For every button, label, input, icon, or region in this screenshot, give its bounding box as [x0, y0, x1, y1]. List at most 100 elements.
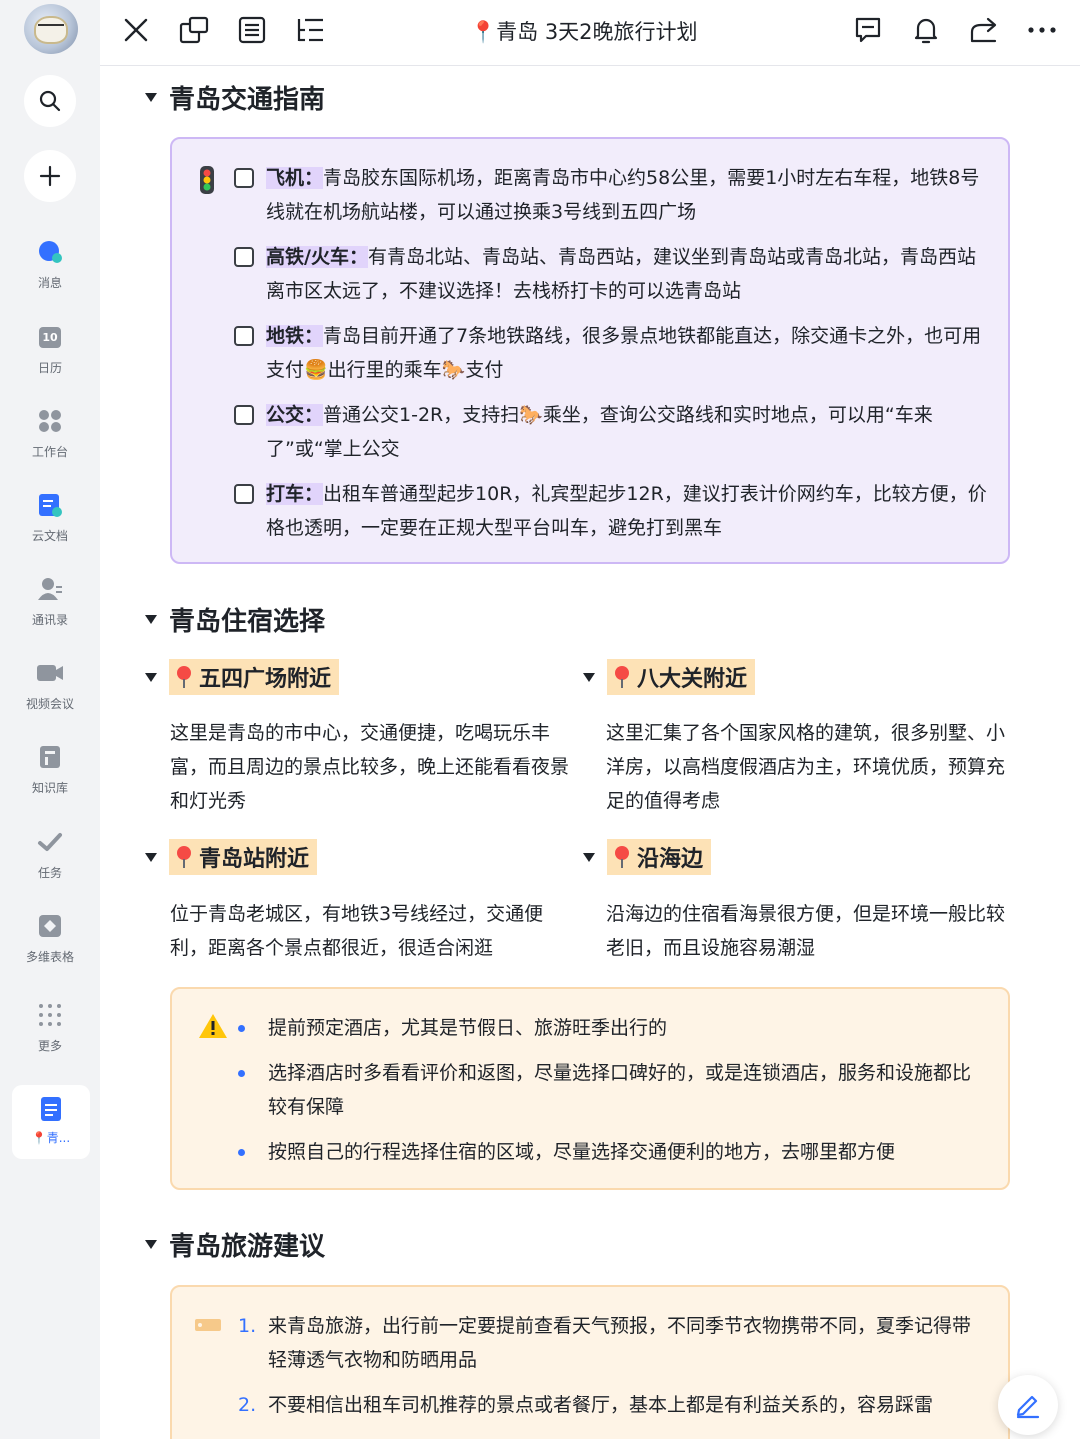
highlight-chip: 八大关附近	[607, 659, 756, 695]
collapse-caret-icon[interactable]	[145, 93, 157, 102]
share-arrow-icon	[970, 17, 997, 43]
collapse-caret-icon[interactable]	[145, 852, 157, 862]
advice-callout: 1. 来青岛旅游，出行前一定要提前查看天气预报，不同季节衣物携带不同，夏季记得带…	[170, 1285, 1010, 1439]
document-icon	[41, 1097, 61, 1121]
document-title: 📍青岛 3天2晚旅行计划	[470, 20, 698, 44]
lodging-area-text: 位于青岛老城区，有地铁3号线经过，交通便利，距离各个景点都很近，很适合闲逛	[170, 903, 544, 959]
lodging-area-text: 这里是青岛的市中心，交通便捷，吃喝玩乐丰富，而且周边的景点比较多，晚上还能看看夜…	[170, 722, 570, 812]
todo-checkbox[interactable]	[234, 247, 254, 267]
comments-button[interactable]	[852, 14, 884, 46]
nav-messages[interactable]: 消息	[0, 232, 100, 302]
collapse-caret-icon[interactable]	[583, 672, 595, 682]
notifications-button[interactable]	[910, 14, 942, 46]
todo-checkbox[interactable]	[234, 405, 254, 425]
lodging-area-heading[interactable]: 八大关附近	[583, 659, 756, 695]
table-of-contents-button[interactable]	[294, 14, 326, 46]
highlight-chip: 青岛站附近	[169, 839, 318, 875]
pin-icon	[177, 666, 191, 688]
nav-contacts[interactable]: 通讯录	[0, 569, 100, 639]
pin-icon	[615, 666, 629, 688]
section-heading-transport[interactable]: 青岛交通指南	[145, 79, 325, 116]
nav-knowledge-base[interactable]: 知识库	[0, 737, 100, 807]
share-button[interactable]	[968, 14, 1000, 46]
lodging-area-text: 沿海边的住宿看海景很方便，但是环境一般比较老旧，而且设施容易潮湿	[606, 903, 1006, 959]
plus-icon	[39, 165, 61, 187]
collapse-caret-icon[interactable]	[145, 615, 157, 624]
list-item: 选择酒店时多看看评价和返图，尽量选择口碑好的，或是连锁酒店，服务和设施都比较有保…	[238, 1056, 978, 1124]
lodging-area-text: 这里汇集了各个国家风格的建筑，很多别墅、小洋房，以高档度假酒店为主，环境优质，预…	[606, 722, 1006, 812]
collapse-caret-icon[interactable]	[145, 672, 157, 682]
lodging-area-heading[interactable]: 青岛站附近	[145, 839, 318, 875]
list-item: 1. 来青岛旅游，出行前一定要提前查看天气预报，不同季节衣物携带不同，夏季记得带…	[238, 1315, 972, 1371]
more-dots-grid-icon	[36, 1001, 64, 1029]
nav-more[interactable]: 更多	[0, 995, 100, 1065]
bullet-dot	[238, 1070, 245, 1077]
app-sidebar: 消息 10 日历 工作台 云文档 通讯录 视频会议 知识库 任务 多维表格 更多…	[0, 0, 100, 1439]
nav-bitable[interactable]: 多维表格	[0, 906, 100, 976]
bullet-dot	[238, 1025, 245, 1032]
comment-icon	[855, 17, 881, 43]
task-check-icon	[36, 828, 64, 856]
close-icon	[124, 18, 148, 42]
section-heading-lodging[interactable]: 青岛住宿选择	[145, 601, 325, 638]
more-horizontal-icon	[1028, 27, 1056, 33]
lodging-tips-callout: 提前预定酒店，尤其是节假日、旅游旺季出行的 选择酒店时多看看评价和返图，尽量选择…	[170, 987, 1010, 1190]
nav-workspace[interactable]: 工作台	[0, 401, 100, 471]
document-body: 青岛交通指南 飞机：青岛胶东国际机场，距离青岛市中心约58公里，需要1小时左右车…	[100, 67, 1080, 1439]
todo-checkbox[interactable]	[234, 484, 254, 504]
list-item: 按照自己的行程选择住宿的区域，尽量选择交通便利的地方，去哪里都方便	[238, 1135, 978, 1169]
search-icon	[39, 90, 61, 112]
traffic-light-icon	[198, 165, 216, 199]
edit-button[interactable]	[998, 1375, 1058, 1435]
doc-toolbar: 📍青岛 3天2晚旅行计划	[100, 0, 1080, 66]
pin-icon	[177, 846, 191, 868]
transport-callout: 飞机：青岛胶东国际机场，距离青岛市中心约58公里，需要1小时左右车程，地铁8号线…	[170, 137, 1010, 564]
pencil-icon	[1016, 1395, 1040, 1419]
search-button[interactable]	[24, 75, 76, 127]
todo-item: 地铁：青岛目前开通了7条地铁路线，很多景点地铁都能直达，除交通卡之外，也可用支付…	[234, 319, 994, 387]
chat-bubble-icon	[36, 238, 64, 266]
avatar[interactable]	[24, 4, 78, 54]
knowledge-base-icon	[36, 743, 64, 771]
list-item: 提前预定酒店，尤其是节假日、旅游旺季出行的	[238, 1011, 978, 1045]
highlight-chip: 沿海边	[607, 839, 712, 875]
todo-checkbox[interactable]	[234, 168, 254, 188]
new-window-button[interactable]	[178, 14, 210, 46]
todo-item: 飞机：青岛胶东国际机场，距离青岛市中心约58公里，需要1小时左右车程，地铁8号线…	[234, 161, 994, 229]
calendar-icon: 10	[36, 323, 64, 351]
section-heading-advice[interactable]: 青岛旅游建议	[145, 1226, 325, 1263]
create-button[interactable]	[24, 150, 76, 202]
nav-video-meeting[interactable]: 视频会议	[0, 653, 100, 723]
bell-icon	[914, 18, 938, 44]
video-camera-icon	[36, 659, 64, 687]
new-window-icon	[179, 16, 209, 44]
highlight-chip: 五四广场附近	[169, 659, 340, 695]
warning-icon	[198, 1013, 228, 1043]
nav-active-document[interactable]: 📍青...	[12, 1085, 90, 1159]
lodging-area-heading[interactable]: 五四广场附近	[145, 659, 340, 695]
todo-item: 打车：出租车普通型起步10R，礼宾型起步12R，建议打表计价网约车，比较方便，价…	[234, 477, 994, 545]
close-button[interactable]	[120, 14, 152, 46]
nav-cloud-docs[interactable]: 云文档	[0, 485, 100, 555]
cloud-doc-icon	[36, 491, 64, 519]
nav-tasks[interactable]: 任务	[0, 822, 100, 892]
outline-tree-icon	[297, 18, 323, 42]
lodging-area-heading[interactable]: 沿海边	[583, 839, 712, 875]
calendar-day: 10	[42, 331, 58, 344]
todo-checkbox[interactable]	[234, 326, 254, 346]
todo-item: 高铁/火车：有青岛北站、青岛站、青岛西站，建议坐到青岛站或青岛北站，青岛西站离市…	[234, 240, 994, 308]
bullet-dot	[238, 1149, 245, 1156]
pin-icon	[615, 846, 629, 868]
more-options-button[interactable]	[1026, 14, 1058, 46]
bitable-icon	[36, 912, 64, 940]
page-outline-button[interactable]	[236, 14, 268, 46]
contacts-icon	[36, 575, 64, 603]
workspace-grid-icon	[36, 407, 64, 435]
list-doc-icon	[238, 16, 266, 44]
nav-calendar[interactable]: 10 日历	[0, 317, 100, 387]
list-item: 2. 不要相信出租车司机推荐的景点或者餐厅，基本上都是有利益关系的，容易踩雷	[238, 1394, 934, 1416]
ticket-icon	[194, 1317, 222, 1337]
collapse-caret-icon[interactable]	[583, 852, 595, 862]
todo-item: 公交：普通公交1-2R，支持扫🐎乘坐，查询公交路线和实时地点，可以用“车来了”或…	[234, 398, 994, 466]
collapse-caret-icon[interactable]	[145, 1240, 157, 1249]
